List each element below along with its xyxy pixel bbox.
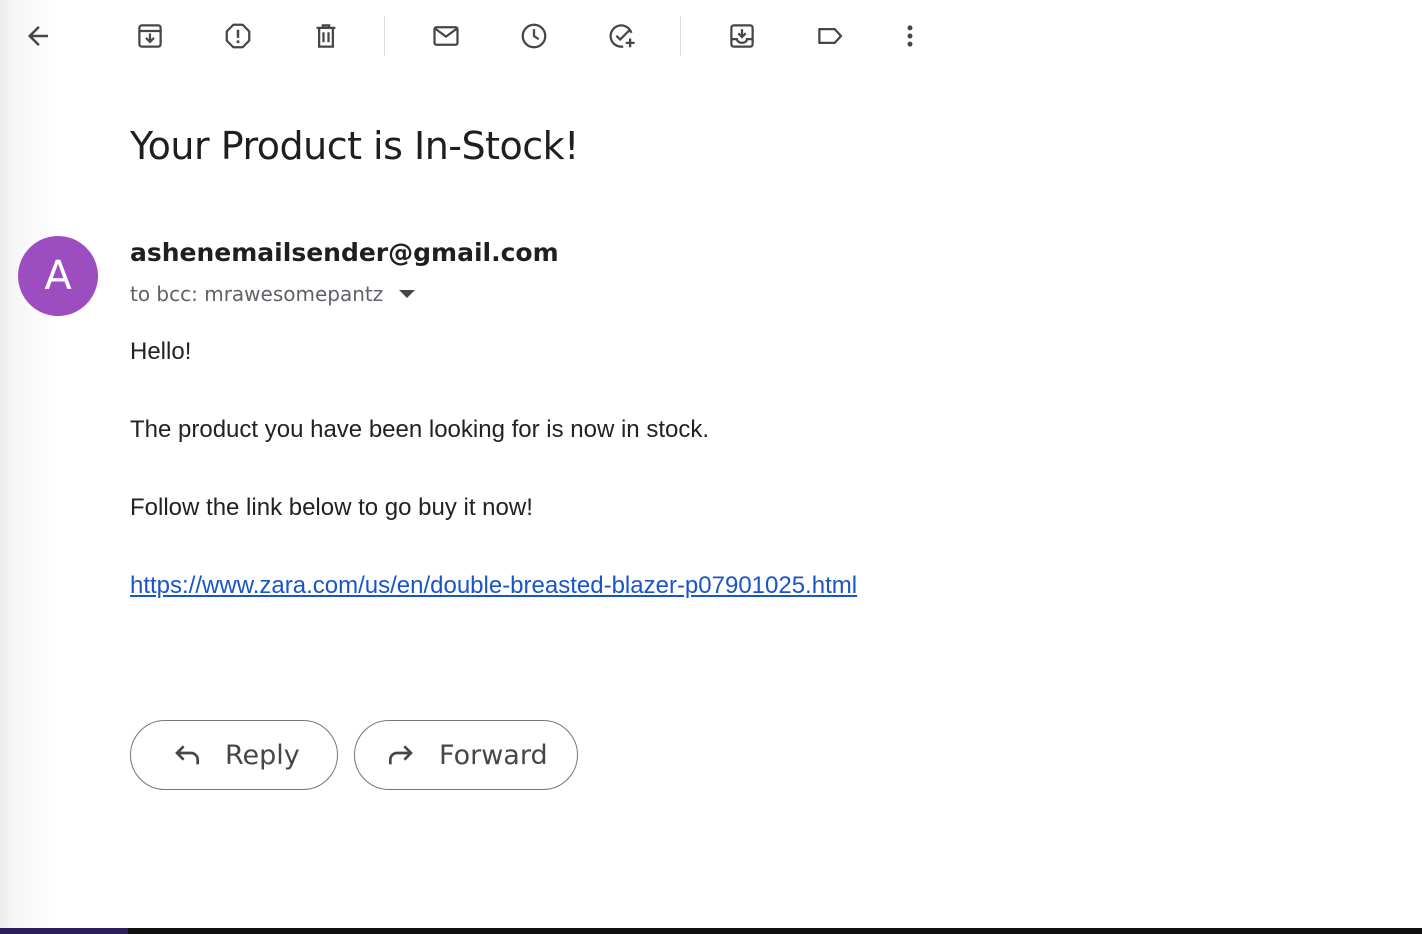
recipient-text: to bcc: mrawesomepantz	[130, 282, 384, 306]
move-to-icon	[730, 24, 754, 48]
taskbar-edge-accent	[0, 928, 128, 934]
more-vert-icon	[907, 25, 913, 47]
archive-button[interactable]	[130, 16, 170, 56]
more-options-button[interactable]	[890, 16, 930, 56]
forward-button[interactable]: Forward	[354, 720, 578, 790]
toolbar	[0, 0, 1422, 72]
mark-unread-button[interactable]	[426, 16, 466, 56]
avatar[interactable]: A	[18, 236, 98, 316]
snooze-button[interactable]	[514, 16, 554, 56]
email-view: Your Product is In-Stock! A ashenemailse…	[0, 0, 1422, 934]
trash-icon	[316, 24, 336, 48]
labels-button[interactable]	[810, 16, 850, 56]
back-button[interactable]	[18, 16, 58, 56]
report-spam-icon	[225, 23, 251, 49]
reply-icon	[175, 745, 199, 765]
arrow-left-icon	[28, 26, 48, 46]
toolbar-divider	[680, 16, 681, 56]
body-greeting: Hello!	[130, 338, 192, 365]
toolbar-divider	[384, 16, 385, 56]
archive-icon	[138, 24, 162, 48]
caret-down-icon	[399, 290, 416, 298]
reply-button[interactable]: Reply	[130, 720, 338, 790]
move-to-button[interactable]	[722, 16, 762, 56]
email-subject: Your Product is In-Stock!	[130, 124, 579, 168]
avatar-letter: A	[44, 253, 72, 299]
forward-label: Forward	[439, 739, 548, 771]
clock-icon	[521, 23, 547, 49]
product-link[interactable]: https://www.zara.com/us/en/double-breast…	[130, 572, 857, 599]
reply-label: Reply	[225, 739, 300, 771]
body-line-2: Follow the link below to go buy it now!	[130, 494, 533, 521]
mail-icon	[433, 26, 459, 46]
add-to-tasks-button[interactable]	[602, 16, 642, 56]
report-spam-button[interactable]	[218, 16, 258, 56]
taskbar-edge	[0, 928, 1422, 934]
body-line-1: The product you have been looking for is…	[130, 416, 709, 443]
delete-button[interactable]	[306, 16, 346, 56]
recipient-details-toggle[interactable]: to bcc: mrawesomepantz	[130, 282, 416, 306]
label-icon	[818, 28, 843, 44]
sender-address[interactable]: ashenemailsender@gmail.com	[130, 238, 559, 267]
forward-icon	[389, 745, 413, 765]
add-task-icon	[609, 24, 635, 48]
